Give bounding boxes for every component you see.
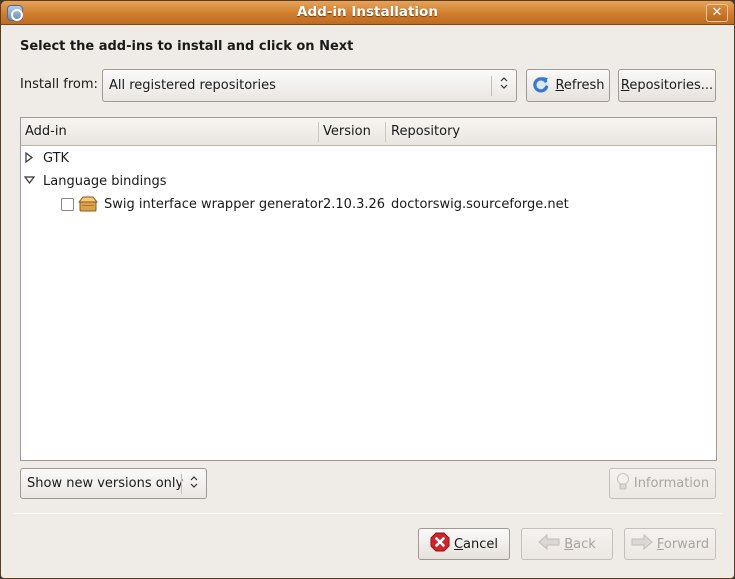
window-title: Add-in Installation bbox=[297, 4, 438, 20]
column-separator bbox=[385, 122, 386, 142]
addin-repository: doctorswig.sourceforge.net bbox=[391, 197, 569, 212]
add-in-installation-dialog: Add-in Installation ✕ Select the add-ins… bbox=[0, 0, 735, 579]
tree-row-gtk[interactable]: GTK bbox=[21, 147, 716, 170]
addin-version: 2.10.3.26 bbox=[323, 197, 386, 212]
repositories-button[interactable]: Repositories... bbox=[618, 69, 716, 102]
repositories-label: Repositories... bbox=[620, 78, 714, 93]
addin-checkbox[interactable] bbox=[61, 198, 74, 211]
category-label: GTK bbox=[43, 151, 70, 166]
tree-row-language-bindings[interactable]: Language bindings bbox=[21, 170, 716, 193]
version-filter-value: Show new versions only bbox=[27, 476, 184, 491]
column-separator bbox=[318, 122, 319, 142]
close-button[interactable]: ✕ bbox=[706, 4, 728, 22]
cancel-icon bbox=[430, 532, 450, 556]
combo-arrows-icon bbox=[188, 475, 200, 491]
combo-separator bbox=[491, 76, 492, 96]
dialog-separator bbox=[14, 513, 722, 514]
information-label: Information bbox=[633, 476, 710, 491]
refresh-icon bbox=[531, 74, 551, 98]
addin-name: Swig interface wrapper generator bbox=[104, 197, 324, 212]
cancel-label: Cancel bbox=[453, 536, 499, 552]
addin-tree[interactable]: Add-in Version Repository GTK Language b… bbox=[20, 117, 717, 461]
expander-collapsed-icon[interactable] bbox=[25, 151, 33, 166]
install-from-label: Install from: bbox=[20, 77, 98, 92]
expander-expanded-icon[interactable] bbox=[23, 176, 36, 187]
tree-row-addin[interactable]: Swig interface wrapper generator 2.10.3.… bbox=[21, 193, 716, 216]
category-label: Language bindings bbox=[43, 174, 167, 189]
back-label: Back bbox=[564, 536, 596, 552]
version-filter-combo[interactable]: Show new versions only bbox=[20, 468, 207, 499]
combo-separator bbox=[181, 474, 182, 494]
column-header-addin[interactable]: Add-in bbox=[25, 124, 67, 139]
refresh-button[interactable]: Refresh bbox=[526, 69, 610, 102]
information-button[interactable]: Information bbox=[609, 468, 716, 499]
titlebar[interactable]: Add-in Installation ✕ bbox=[1, 1, 734, 25]
forward-arrow-icon bbox=[631, 533, 653, 554]
instructions-heading: Select the add-ins to install and click … bbox=[20, 39, 354, 54]
lightbulb-icon bbox=[616, 472, 630, 496]
column-header-version[interactable]: Version bbox=[323, 124, 371, 139]
back-arrow-icon bbox=[538, 533, 560, 554]
forward-label: Forward bbox=[656, 536, 710, 552]
install-from-combo[interactable]: All registered repositories bbox=[102, 69, 517, 102]
package-icon bbox=[77, 196, 99, 212]
refresh-label: Refresh bbox=[555, 78, 605, 93]
back-button[interactable]: Back bbox=[521, 528, 613, 560]
combo-arrows-icon bbox=[498, 76, 510, 92]
column-header-repository[interactable]: Repository bbox=[391, 124, 460, 139]
forward-button[interactable]: Forward bbox=[624, 528, 716, 560]
tree-header: Add-in Version Repository bbox=[21, 118, 716, 146]
cancel-button[interactable]: Cancel bbox=[418, 528, 510, 560]
close-icon: ✕ bbox=[711, 5, 723, 20]
install-from-value: All registered repositories bbox=[109, 78, 276, 93]
